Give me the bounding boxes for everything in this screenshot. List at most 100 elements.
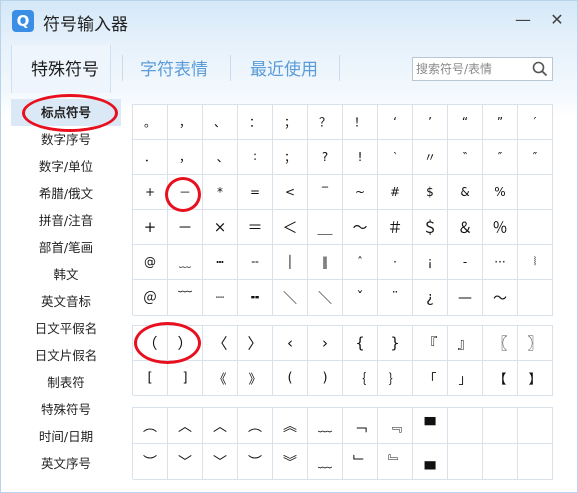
symbol-cell[interactable]: “ <box>448 105 483 140</box>
symbol-cell[interactable]: & <box>448 175 483 210</box>
symbol-cell[interactable]: < <box>273 175 308 210</box>
symbol-cell[interactable]: 《 <box>203 361 238 396</box>
symbol-cell[interactable]: 】 <box>518 361 553 396</box>
symbol-cell[interactable]: ︶ <box>238 444 273 480</box>
symbol-cell[interactable] <box>518 444 553 480</box>
search-icon[interactable] <box>531 60 549 78</box>
sidebar-item[interactable]: 部首/笔画 <box>11 234 121 261</box>
search-box[interactable] <box>412 57 553 81</box>
symbol-cell[interactable]: 、 <box>203 105 238 140</box>
search-input[interactable] <box>416 60 526 78</box>
symbol-cell[interactable]: [ <box>133 361 168 396</box>
tab-recent[interactable]: 最近使用 <box>250 55 318 80</box>
symbol-cell[interactable]: ｝ <box>378 361 413 396</box>
symbol-cell[interactable]: ? <box>308 140 343 175</box>
symbol-cell[interactable]: ﹋ <box>168 280 203 316</box>
symbol-cell[interactable] <box>518 280 553 316</box>
symbol-cell[interactable]: + <box>133 210 168 245</box>
symbol-cell[interactable]: 「 <box>413 361 448 396</box>
sidebar-item[interactable]: 时间/日期 <box>11 423 121 450</box>
symbol-cell[interactable]: ＼ <box>308 280 343 316</box>
symbol-cell[interactable]: ︽ <box>273 408 308 444</box>
symbol-cell[interactable]: $ <box>413 175 448 210</box>
symbol-cell[interactable]: ‹ <box>273 326 308 361</box>
symbol-cell[interactable]: } <box>378 326 413 361</box>
symbol-cell[interactable] <box>518 210 553 245</box>
symbol-cell[interactable]: ‵ <box>378 140 413 175</box>
symbol-cell[interactable]: ＿ <box>308 210 343 245</box>
symbol-cell[interactable]: ¿ <box>413 280 448 316</box>
symbol-cell[interactable]: ＠ <box>133 280 168 316</box>
symbol-cell[interactable]: ︵ <box>133 408 168 444</box>
symbol-cell[interactable]: ’ <box>413 105 448 140</box>
symbol-cell[interactable]: › <box>308 326 343 361</box>
symbol-cell[interactable]: % <box>483 175 518 210</box>
title-bar[interactable]: Q 符号输入器 — ✕ <box>1 1 578 41</box>
symbol-cell[interactable]: * <box>203 175 238 210</box>
symbol-cell[interactable]: ) <box>308 361 343 396</box>
symbol-cell[interactable]: ： <box>238 105 273 140</box>
symbol-cell[interactable] <box>483 408 518 444</box>
symbol-cell[interactable]: ︵ <box>238 408 273 444</box>
symbol-cell[interactable]: ﹏ <box>308 408 343 444</box>
symbol-cell[interactable]: ﹏ <box>308 444 343 480</box>
symbol-cell[interactable]: ” <box>483 105 518 140</box>
symbol-cell[interactable]: ⦚ <box>518 245 553 280</box>
symbol-cell[interactable]: ··· <box>483 245 518 280</box>
minimize-button[interactable]: — <box>513 10 533 30</box>
symbol-cell[interactable]: 》 <box>238 361 273 396</box>
symbol-cell[interactable] <box>448 408 483 444</box>
symbol-cell[interactable]: ˆ <box>343 245 378 280</box>
symbol-cell[interactable]: ＼ <box>273 280 308 316</box>
symbol-cell[interactable]: │ <box>273 245 308 280</box>
symbol-cell[interactable]: ︿ <box>168 408 203 444</box>
symbol-cell[interactable]: ‶ <box>448 140 483 175</box>
symbol-cell[interactable]: － <box>168 210 203 245</box>
symbol-cell[interactable] <box>448 444 483 480</box>
symbol-cell[interactable]: = <box>238 175 273 210</box>
symbol-cell[interactable]: × <box>203 210 238 245</box>
symbol-cell[interactable]: ＄ <box>413 210 448 245</box>
tab-special-symbols[interactable]: 特殊符号 <box>31 55 99 80</box>
symbol-cell[interactable]: ! <box>343 140 378 175</box>
symbol-cell[interactable]: ~ <box>343 175 378 210</box>
symbol-cell[interactable]: ﹀ <box>168 444 203 480</box>
symbol-cell[interactable]: ． <box>133 140 168 175</box>
symbol-cell[interactable]: ； <box>273 105 308 140</box>
symbol-cell[interactable]: ﹏ <box>168 245 203 280</box>
tab-emoticons[interactable]: 字符表情 <box>140 55 208 80</box>
sidebar-item[interactable]: 制表符 <box>11 369 121 396</box>
sidebar-item[interactable]: 特殊符号 <box>11 396 121 423</box>
sidebar-item[interactable]: 希腊/俄文 <box>11 180 121 207</box>
symbol-cell[interactable]: ▄ <box>413 444 448 480</box>
symbol-cell[interactable]: ∶ <box>238 140 273 175</box>
symbol-cell[interactable]: ﹀ <box>203 444 238 480</box>
symbol-cell[interactable]: ‘ <box>378 105 413 140</box>
symbol-cell[interactable]: ､ <box>203 140 238 175</box>
symbol-cell[interactable]: ′ <box>518 105 553 140</box>
symbol-cell[interactable]: ︾ <box>273 444 308 480</box>
symbol-cell[interactable]: ﹄ <box>378 444 413 480</box>
symbol-cell[interactable]: · <box>378 245 413 280</box>
symbol-cell[interactable]: 〃 <box>413 140 448 175</box>
symbol-cell[interactable]: ＆ <box>448 210 483 245</box>
symbol-cell[interactable]: ▀ <box>413 408 448 444</box>
symbol-cell[interactable]: + <box>133 175 168 210</box>
symbol-cell[interactable]: ﹁ <box>343 408 378 444</box>
sidebar-item[interactable]: 数字/单位 <box>11 153 121 180</box>
symbol-cell[interactable]: ″ <box>483 140 518 175</box>
symbol-cell[interactable]: ？ <box>308 105 343 140</box>
sidebar-item[interactable]: 韩文 <box>11 261 121 288</box>
symbol-cell[interactable]: ， <box>168 105 203 140</box>
symbol-cell[interactable]: # <box>378 175 413 210</box>
symbol-cell[interactable]: { <box>343 326 378 361</box>
symbol-cell[interactable]: 。 <box>133 105 168 140</box>
symbol-cell[interactable]: — <box>448 280 483 316</box>
symbol-cell[interactable]: ╍ <box>238 280 273 316</box>
symbol-cell[interactable]: ┈ <box>203 280 238 316</box>
symbol-cell[interactable]: ； <box>273 140 308 175</box>
symbol-cell[interactable]: ˇ <box>343 280 378 316</box>
symbol-cell[interactable] <box>518 175 553 210</box>
sidebar-item[interactable]: 日文片假名 <box>11 342 121 369</box>
symbol-cell[interactable]: 〉 <box>238 326 273 361</box>
